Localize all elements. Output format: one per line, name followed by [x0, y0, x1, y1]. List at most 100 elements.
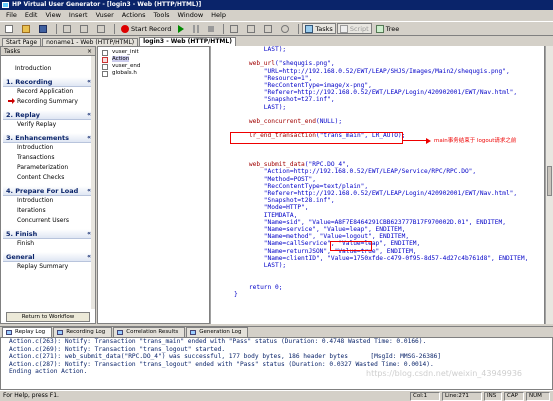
- menu-help[interactable]: Help: [207, 10, 230, 21]
- tab-generation-log[interactable]: Generation Log: [186, 327, 249, 337]
- tab-login3[interactable]: login3 - Web (HTTP/HTML): [139, 37, 236, 46]
- step-button[interactable]: [227, 23, 243, 34]
- status-num: NUM: [526, 392, 550, 401]
- bookmark-button[interactable]: [261, 23, 277, 34]
- stop-icon: [208, 25, 215, 32]
- cut-icon: [63, 24, 71, 33]
- task-section-header[interactable]: 4. Prepare For Load «: [3, 186, 93, 196]
- task-section-finish: 5. Finish « Finish: [3, 229, 93, 249]
- task-replay-summary[interactable]: Replay Summary: [3, 262, 93, 272]
- log-line: Action.c(271): web_submit_data("RPC.DO_4…: [9, 353, 442, 360]
- menu-insert[interactable]: Insert: [65, 10, 92, 21]
- task-section-header[interactable]: 1. Recording «: [3, 77, 93, 87]
- close-icon[interactable]: ×: [87, 47, 92, 56]
- task-parameterization[interactable]: Parameterization: [3, 163, 93, 173]
- editor-scrollbar[interactable]: [545, 46, 553, 324]
- task-recording-summary[interactable]: Recording Summary: [3, 97, 93, 107]
- tab-correlation-results[interactable]: Correlation Results: [113, 327, 186, 337]
- file-tree: vuser_init Action vuser_end globals.h: [97, 46, 210, 324]
- task-iterations[interactable]: Iterations: [3, 206, 93, 216]
- tasks-button[interactable]: Tasks: [302, 23, 336, 34]
- play-icon: [178, 24, 185, 33]
- open-button[interactable]: [19, 23, 35, 34]
- tab-start-page[interactable]: Start Page: [2, 38, 42, 46]
- task-section-recording: 1. Recording « Record Application Recordi…: [3, 77, 93, 107]
- task-content-checks[interactable]: Content Checks: [3, 173, 93, 183]
- status-ins: INS: [484, 392, 502, 401]
- tasks-pane-header: Tasks ×: [1, 47, 95, 56]
- menu-bar: File Edit View Insert Vuser Actions Tool…: [0, 10, 553, 21]
- bookmark-icon: [264, 24, 273, 33]
- menu-tools[interactable]: Tools: [150, 10, 174, 21]
- file-icon: [102, 71, 108, 77]
- menu-window[interactable]: Window: [174, 10, 208, 21]
- task-verify-replay[interactable]: Verify Replay: [3, 120, 93, 130]
- pause-button[interactable]: [190, 23, 204, 34]
- paste-button[interactable]: [94, 23, 110, 34]
- task-section-header[interactable]: General «: [3, 252, 93, 262]
- code-text[interactable]: LAST); web_url("shequgis.png", "URL=http…: [234, 46, 528, 298]
- section-label: 4. Prepare For Load: [6, 187, 79, 195]
- return-to-workflow-button[interactable]: Return to Workflow: [6, 312, 90, 322]
- code-editor[interactable]: LAST); web_url("shequgis.png", "URL=http…: [220, 46, 545, 324]
- task-transactions[interactable]: Transactions: [3, 153, 93, 163]
- folder-icon: [22, 24, 30, 33]
- correlation-icon: [117, 330, 124, 335]
- code-line: "Name=clientID", "Value=1750xfde-c479-0f…: [234, 254, 529, 262]
- file-item-globals[interactable]: globals.h: [100, 70, 209, 77]
- new-button[interactable]: [2, 23, 18, 34]
- cut-button[interactable]: [60, 23, 76, 34]
- tab-label: Replay Log: [15, 329, 46, 335]
- annotation-text: main事务结束于 logout请求之前: [434, 138, 517, 144]
- paste-icon: [97, 24, 105, 33]
- section-label: 1. Recording: [6, 78, 53, 86]
- log-line: Action.c(287): Notify: Transaction "tran…: [9, 360, 434, 368]
- tab-replay-log[interactable]: Replay Log: [2, 327, 53, 337]
- tab-label: Recording Log: [66, 329, 106, 335]
- menu-vuser[interactable]: Vuser: [92, 10, 118, 21]
- code-line: web_concurrent_end(NULL);: [248, 118, 343, 126]
- code-line: "RecContentType=text/plain",: [234, 182, 369, 190]
- status-line: Line:271: [442, 392, 482, 401]
- file-item-action[interactable]: Action: [100, 56, 209, 63]
- tab-recording-log[interactable]: Recording Log: [53, 327, 113, 337]
- log-line: Action.c(263): Notify: Transaction "tran…: [9, 338, 427, 345]
- task-enh-introduction[interactable]: Introduction: [3, 143, 93, 153]
- status-help-text: For Help, press F1.: [3, 392, 59, 399]
- stop-button[interactable]: [205, 23, 219, 34]
- code-line: "RecContentType=image/x-png",: [234, 82, 372, 90]
- file-item-vuser-end[interactable]: vuser_end: [100, 63, 209, 70]
- tree-view-button[interactable]: Tree: [373, 23, 403, 34]
- start-record-button[interactable]: Start Record: [118, 23, 174, 34]
- code-line: "Referer=http://192.168.0.52/EWT/LEAP/Lo…: [234, 190, 518, 198]
- save-button[interactable]: [36, 23, 52, 34]
- editor-gutter: [210, 46, 220, 324]
- breakpoint-button[interactable]: [244, 23, 260, 34]
- copy-button[interactable]: [77, 23, 93, 34]
- scroll-thumb[interactable]: [547, 166, 552, 196]
- tree-label: Tree: [385, 24, 400, 33]
- script-view-button[interactable]: Script: [336, 23, 372, 34]
- tasks-scrollbar[interactable]: [91, 56, 95, 309]
- menu-view[interactable]: View: [41, 10, 64, 21]
- find-button[interactable]: [278, 23, 294, 34]
- task-section-header[interactable]: 3. Enhancements «: [3, 133, 93, 143]
- file-item-vuser-init[interactable]: vuser_init: [100, 49, 209, 56]
- menu-edit[interactable]: Edit: [21, 10, 42, 21]
- task-introduction[interactable]: Introduction: [1, 64, 95, 74]
- start-record-label: Start Record: [131, 24, 172, 33]
- file-name: globals.h: [112, 70, 137, 76]
- menu-file[interactable]: File: [2, 10, 21, 21]
- task-concurrent-users[interactable]: Concurrent Users: [3, 216, 93, 226]
- task-record-application[interactable]: Record Application: [3, 87, 93, 97]
- task-section-header[interactable]: 2. Replay «: [3, 110, 93, 120]
- log-line: Action.c(269): Notify: Transaction "tran…: [9, 345, 226, 353]
- task-finish[interactable]: Finish: [3, 239, 93, 249]
- replay-log-output[interactable]: Action.c(263): Notify: Transaction "tran…: [0, 337, 553, 390]
- menu-actions[interactable]: Actions: [118, 10, 150, 21]
- task-section-header[interactable]: 5. Finish «: [3, 229, 93, 239]
- run-button[interactable]: [175, 23, 189, 34]
- task-load-introduction[interactable]: Introduction: [3, 196, 93, 206]
- tab-noname1[interactable]: noname1 - Web (HTTP/HTML): [42, 38, 139, 46]
